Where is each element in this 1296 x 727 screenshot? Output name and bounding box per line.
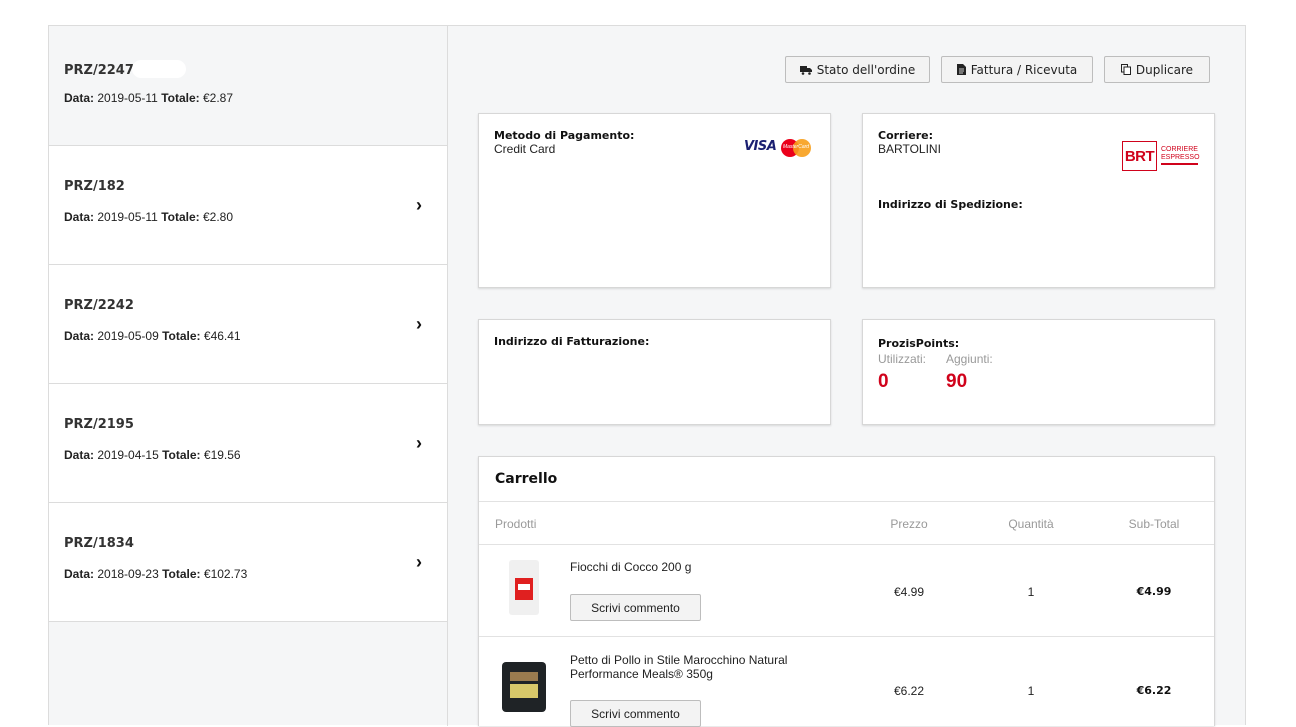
order-number: PRZ/2195 — [64, 417, 134, 432]
item-quantity: 1 — [1027, 585, 1035, 599]
order-status-label: Stato dell'ordine — [816, 62, 916, 77]
header-quantity: Quantità — [1008, 517, 1054, 531]
order-meta: Data: 2018-09-23 Totale: €102.73 — [64, 567, 248, 581]
points-used-value: 0 — [878, 371, 889, 392]
item-price: €4.99 — [893, 585, 925, 599]
product-image[interactable] — [502, 662, 546, 712]
item-subtotal: €4.99 — [1136, 585, 1172, 598]
billing-card: Indirizzo di Fatturazione: — [478, 319, 831, 425]
carrier-value: BARTOLINI — [878, 142, 941, 156]
billing-address-label: Indirizzo di Fatturazione: — [494, 335, 650, 348]
shipping-address-label: Indirizzo di Spedizione: — [878, 198, 1023, 211]
order-number: PRZ/1834 — [64, 536, 134, 551]
order-number: PRZ/2242 — [64, 298, 134, 313]
order-item[interactable]: PRZ/2195 Data: 2019-04-15 Totale: €19.56… — [49, 383, 447, 502]
cart-title: Carrello — [495, 471, 558, 487]
cart: Carrello Prodotti Prezzo Quantità Sub-To… — [478, 456, 1215, 727]
points-added-value: 90 — [946, 371, 968, 392]
header-subtotal: Sub-Total — [1128, 517, 1180, 531]
payment-label: Metodo di Pagamento: — [494, 129, 635, 142]
order-status-button[interactable]: Stato dell'ordine — [785, 56, 930, 83]
product-name[interactable]: Fiocchi di Cocco 200 g — [570, 560, 830, 574]
order-list: PRZ/2247 Data: 2019-05-11 Totale: €2.87 … — [49, 26, 447, 622]
points-label: ProzisPoints: — [878, 337, 960, 350]
header-price: Prezzo — [890, 517, 928, 531]
orders-panel: PRZ/2247 Data: 2019-05-11 Totale: €2.87 … — [48, 25, 1246, 727]
invoice-button[interactable]: Fattura / Ricevuta — [941, 56, 1093, 83]
copy-icon — [1120, 64, 1131, 75]
order-meta: Data: 2019-05-11 Totale: €2.87 — [64, 91, 234, 105]
carrier-card: Corriere: BARTOLINI BRT CORRIERE ESPRESS… — [862, 113, 1215, 288]
visa-logo: VISA — [744, 139, 777, 154]
item-quantity: 1 — [1027, 684, 1035, 698]
header-products: Prodotti — [495, 517, 537, 531]
order-item[interactable]: PRZ/182 Data: 2019-05-11 Totale: €2.80 › — [49, 145, 447, 264]
invoice-label: Fattura / Ricevuta — [970, 62, 1078, 77]
payment-value: Credit Card — [494, 142, 556, 156]
carrier-label: Corriere: — [878, 129, 933, 142]
order-number: PRZ/182 — [64, 179, 125, 194]
points-added-label: Aggiunti: — [946, 352, 993, 366]
write-comment-button[interactable]: Scrivi commento — [570, 594, 701, 621]
redaction — [131, 60, 186, 78]
item-subtotal: €6.22 — [1136, 684, 1172, 697]
duplicate-label: Duplicare — [1135, 62, 1194, 77]
order-meta: Data: 2019-05-11 Totale: €2.80 — [64, 210, 234, 224]
mastercard-logo: MasterCard — [781, 139, 811, 157]
product-image[interactable] — [509, 560, 539, 615]
duplicate-button[interactable]: Duplicare — [1104, 56, 1210, 83]
order-item[interactable]: PRZ/2242 Data: 2019-05-09 Totale: €46.41… — [49, 264, 447, 383]
order-number: PRZ/2247 — [64, 60, 186, 78]
item-price: €6.22 — [893, 684, 925, 698]
order-item[interactable]: PRZ/1834 Data: 2018-09-23 Totale: €102.7… — [49, 502, 447, 621]
truck-icon — [799, 65, 812, 75]
chevron-right-icon[interactable]: › — [416, 553, 422, 571]
order-meta: Data: 2019-05-09 Totale: €46.41 — [64, 329, 241, 343]
chevron-right-icon[interactable]: › — [416, 434, 422, 452]
chevron-right-icon[interactable]: › — [416, 315, 422, 333]
points-used-label: Utilizzati: — [878, 352, 927, 366]
points-card: ProzisPoints: Utilizzati: Aggiunti: 0 90 — [862, 319, 1215, 425]
chevron-right-icon[interactable]: › — [416, 196, 422, 214]
order-detail: Stato dell'ordine Fattura / Ricevuta Dup… — [447, 26, 1245, 727]
order-meta: Data: 2019-04-15 Totale: €19.56 — [64, 448, 241, 462]
brt-logo: BRT CORRIERE ESPRESSO — [1122, 141, 1200, 172]
order-item-active[interactable]: PRZ/2247 Data: 2019-05-11 Totale: €2.87 — [49, 26, 447, 145]
product-name[interactable]: Petto di Pollo in Stile Marocchino Natur… — [570, 653, 830, 681]
document-icon — [956, 64, 966, 75]
payment-card: Metodo di Pagamento: Credit Card VISA Ma… — [478, 113, 831, 288]
